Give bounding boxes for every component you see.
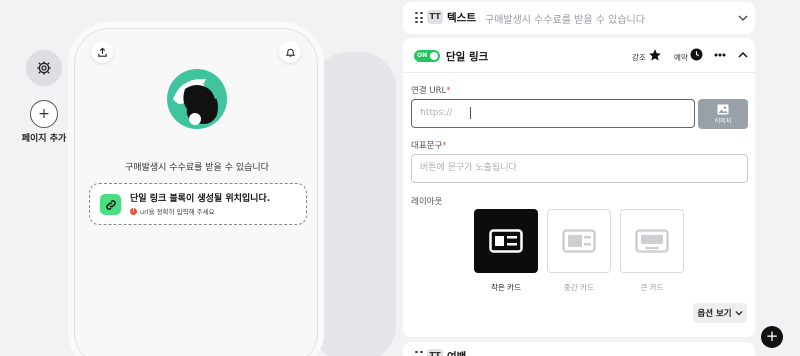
show-options-label: 옵션 보기 <box>697 309 732 319</box>
gear-icon <box>37 61 51 75</box>
add-page-button[interactable]: + <box>30 100 58 128</box>
layout-large-label: 큰 카드 <box>640 283 664 292</box>
share-button[interactable] <box>91 41 113 63</box>
link-block-card: ON 단일 링크 강조 예약 연결 URL* https:// 이미지 대표문구… <box>403 38 755 337</box>
add-page-label: 페이지 추가 <box>21 134 67 144</box>
link-block-placeholder[interactable]: 단일 링크 블록이 생성될 위치입니다. ! url을 정확히 입력해 주세요 <box>89 183 307 225</box>
layout-medium-card[interactable] <box>547 209 611 273</box>
spacer-block-title: 여백 <box>447 349 466 356</box>
highlight-label: 강조 <box>632 53 646 62</box>
star-icon[interactable] <box>648 48 662 62</box>
layout-large-card[interactable] <box>620 209 684 273</box>
spacer-block-card[interactable]: TT 여백 <box>403 342 755 356</box>
header-divider <box>403 72 755 73</box>
plus-icon: + <box>38 106 50 122</box>
chevron-up-icon[interactable] <box>738 50 748 60</box>
link-icon <box>100 194 121 215</box>
add-block-button[interactable]: + <box>761 326 783 348</box>
phone-shadow <box>312 52 396 356</box>
image-icon <box>717 104 729 114</box>
schedule-label: 예약 <box>674 53 688 62</box>
url-input[interactable]: https:// <box>411 99 695 128</box>
profile-avatar <box>167 69 227 129</box>
notification-button[interactable] <box>279 41 301 63</box>
drag-handle-icon[interactable] <box>415 351 423 356</box>
plus-icon: + <box>765 327 779 345</box>
url-warning: ! url을 정확히 입력해 주세요 <box>130 206 215 216</box>
small-card-icon <box>489 229 523 253</box>
image-upload-button[interactable]: 이미지 <box>698 99 748 129</box>
caption-field-label: 대표문구* <box>411 141 447 151</box>
clock-icon[interactable] <box>690 48 703 61</box>
layout-small-card[interactable] <box>474 209 538 273</box>
chevron-down-icon <box>735 310 743 316</box>
chevron-down-icon[interactable] <box>738 13 748 23</box>
warning-icon: ! <box>130 207 137 215</box>
caption-input[interactable]: 버튼에 문구가 노출됩니다 <box>411 154 748 183</box>
block-toggle[interactable]: ON <box>414 50 440 62</box>
text-block-preview: 구매발생시 수수료를 받을 수 있습니다 <box>485 15 645 26</box>
share-icon <box>97 47 107 57</box>
profile-text: 구매발생시 수수료를 받을 수 있습니다 <box>125 163 269 173</box>
url-field-label: 연결 URL* <box>411 86 451 96</box>
url-warning-text: url을 정확히 입력해 주세요 <box>140 208 215 216</box>
drag-handle-icon[interactable] <box>415 12 423 24</box>
text-block-title: 텍스트 <box>447 12 476 24</box>
show-options-button[interactable]: 옵션 보기 <box>693 303 747 323</box>
layout-small-label: 작은 카드 <box>491 283 521 292</box>
phone-preview: 구매발생시 수수료를 받을 수 있습니다 단일 링크 블록이 생성될 위치입니다… <box>74 28 318 356</box>
text-type-icon: TT <box>427 10 443 24</box>
large-card-icon <box>635 229 669 253</box>
settings-button[interactable] <box>26 50 62 86</box>
link-block-title: 단일 링크 블록이 생성될 위치입니다. <box>130 194 271 204</box>
link-block-title: 단일 링크 <box>446 51 489 63</box>
text-block-card[interactable]: TT 텍스트 구매발생시 수수료를 받을 수 있습니다 <box>403 2 755 34</box>
more-options-icon[interactable] <box>714 53 726 57</box>
layout-medium-label: 중간 카드 <box>564 283 594 292</box>
spacer-type-icon: TT <box>427 349 443 356</box>
layout-label: 레이아웃 <box>411 197 443 207</box>
medium-card-icon <box>562 229 596 253</box>
bell-icon <box>285 48 295 57</box>
text-cursor <box>470 107 471 119</box>
image-button-label: 이미지 <box>714 117 732 125</box>
